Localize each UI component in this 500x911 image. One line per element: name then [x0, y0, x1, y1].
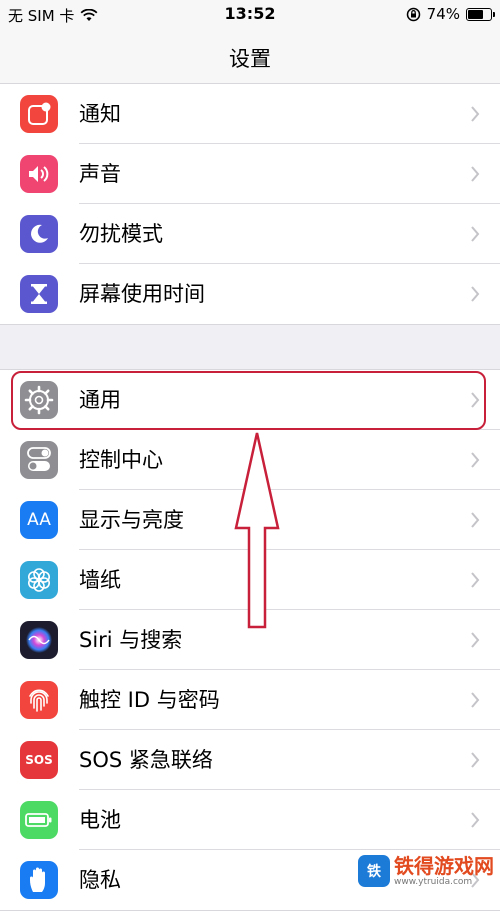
- status-bar: 无 SIM 卡 13:52 74%: [0, 0, 500, 30]
- moon-icon: [20, 215, 58, 253]
- chevron-right-icon: [471, 692, 480, 708]
- settings-row-notifications[interactable]: 通知: [0, 84, 500, 144]
- sos-icon: SOS: [20, 741, 58, 779]
- watermark-logo: 铁: [358, 855, 390, 887]
- settings-row-emergency-sos[interactable]: SOS SOS 紧急联络: [0, 730, 500, 790]
- settings-row-screen-time[interactable]: 屏幕使用时间: [0, 264, 500, 324]
- settings-row-label: 显示与亮度: [79, 508, 184, 532]
- chevron-right-icon: [471, 632, 480, 648]
- settings-row-label: 屏幕使用时间: [79, 282, 205, 306]
- toggle-icon: [20, 441, 58, 479]
- chevron-right-icon: [471, 106, 480, 122]
- watermark: 铁 铁得游戏网 www.ytruida.com: [358, 855, 494, 887]
- battery-level-fill: [468, 9, 483, 19]
- chevron-right-icon: [471, 752, 480, 768]
- chevron-right-icon: [471, 812, 480, 828]
- watermark-url: www.ytruida.com: [394, 876, 473, 887]
- settings-group-1: 通知 声音 勿扰模式 屏幕使用时间: [0, 83, 500, 325]
- settings-row-touch-id-passcode[interactable]: 触控 ID 与密码: [0, 670, 500, 730]
- watermark-title: 铁得游戏网: [394, 853, 494, 878]
- settings-row-label: 通知: [79, 102, 121, 126]
- settings-row-label: SOS 紧急联络: [79, 748, 213, 772]
- settings-row-label: 勿扰模式: [79, 222, 163, 246]
- settings-row-sounds[interactable]: 声音: [0, 144, 500, 204]
- flower-icon: [20, 561, 58, 599]
- settings-row-label: 声音: [79, 162, 121, 186]
- fingerprint-icon: [20, 681, 58, 719]
- text-size-icon: AA: [20, 501, 58, 539]
- chevron-right-icon: [471, 452, 480, 468]
- chevron-right-icon: [471, 572, 480, 588]
- settings-row-battery[interactable]: 电池: [0, 790, 500, 850]
- chevron-right-icon: [471, 512, 480, 528]
- hourglass-icon: [20, 275, 58, 313]
- battery-percent: 74%: [426, 5, 460, 23]
- notification-icon: [20, 95, 58, 133]
- chevron-right-icon: [471, 166, 480, 182]
- page-title: 设置: [229, 47, 271, 71]
- arrow-up-annotation: [234, 432, 280, 629]
- chevron-right-icon: [471, 226, 480, 242]
- settings-row-label: 墙纸: [79, 568, 121, 592]
- icon-glyph: AA: [27, 510, 51, 530]
- hand-icon: [20, 861, 58, 899]
- icon-glyph: SOS: [25, 753, 53, 767]
- settings-row-label: 控制中心: [79, 448, 163, 472]
- siri-icon: [20, 621, 58, 659]
- rotation-lock-icon: [406, 7, 420, 21]
- highlight-box: [11, 371, 486, 430]
- chevron-right-icon: [471, 286, 480, 302]
- settings-row-label: Siri 与搜索: [79, 628, 183, 652]
- battery-icon: [466, 7, 495, 21]
- sound-icon: [20, 155, 58, 193]
- settings-row-label: 触控 ID 与密码: [79, 688, 220, 712]
- navigation-bar: 设置: [0, 30, 500, 84]
- settings-row-label: 隐私: [79, 868, 121, 892]
- battery-icon: [20, 801, 58, 839]
- settings-row-do-not-disturb[interactable]: 勿扰模式: [0, 204, 500, 264]
- settings-row-label: 电池: [79, 808, 121, 832]
